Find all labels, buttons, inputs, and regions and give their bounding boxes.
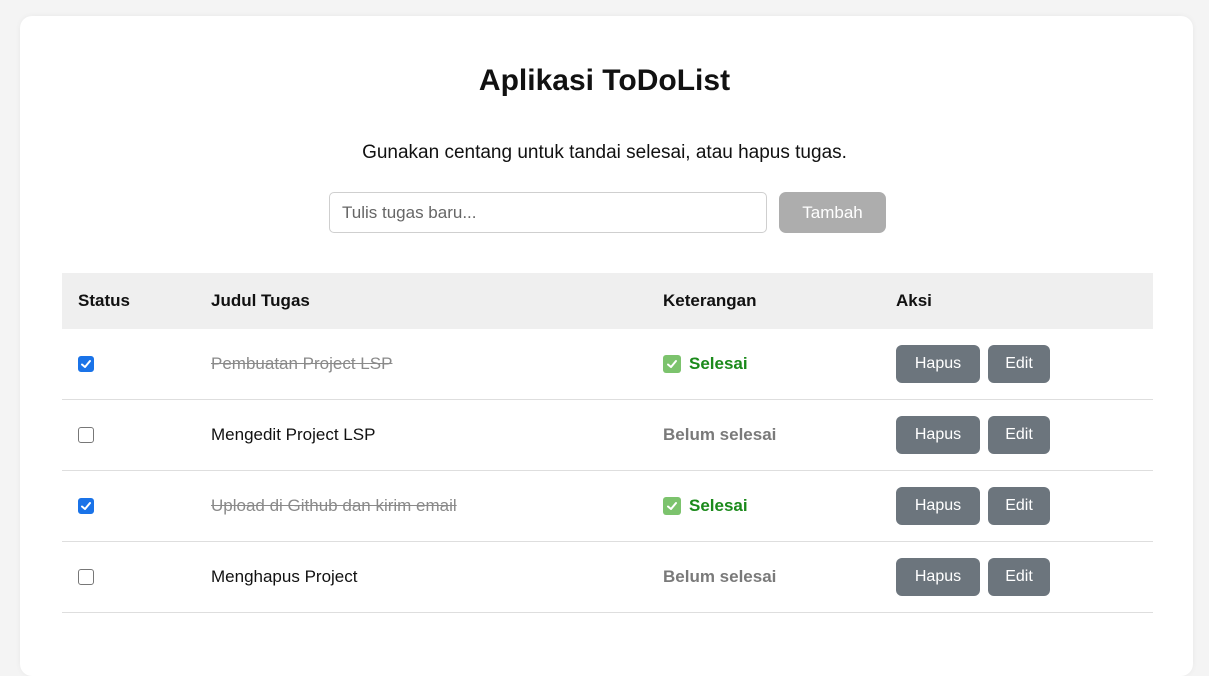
title-cell: Menghapus Project xyxy=(211,542,357,612)
column-header-title: Judul Tugas xyxy=(211,291,310,310)
status-cell xyxy=(78,542,94,612)
table-row: Upload di Github dan kirim email Selesai H… xyxy=(62,471,1153,542)
task-table: Status Judul Tugas Keterangan Aksi Pembu… xyxy=(62,273,1153,613)
table-header: Status Judul Tugas Keterangan Aksi xyxy=(62,273,1153,329)
task-title: Upload di Github dan kirim email xyxy=(211,496,457,515)
task-checkbox[interactable] xyxy=(78,569,94,585)
delete-task-button[interactable]: Hapus xyxy=(896,558,980,596)
task-title: Pembuatan Project LSP xyxy=(211,354,393,373)
aksi-cell: Hapus Edit xyxy=(896,400,1058,470)
check-mark-icon xyxy=(663,497,681,515)
title-cell: Upload di Github dan kirim email xyxy=(211,471,457,541)
page-title: Aplikasi ToDoList xyxy=(478,64,731,97)
aksi-cell: Hapus Edit xyxy=(896,542,1058,612)
column-header-status: Status xyxy=(78,291,130,310)
status-cell xyxy=(78,329,94,399)
aksi-cell: Hapus Edit xyxy=(896,329,1058,399)
title-cell: Pembuatan Project LSP xyxy=(211,329,392,399)
checkbox-checked-icon xyxy=(81,502,91,510)
delete-task-button[interactable]: Hapus xyxy=(896,416,980,454)
task-checkbox[interactable] xyxy=(78,498,94,514)
edit-task-button[interactable]: Edit xyxy=(988,345,1050,383)
task-title: Menghapus Project xyxy=(211,567,358,586)
new-task-input[interactable] xyxy=(329,192,767,233)
table-body: Pembuatan Project LSP Selesai Hapus Edit Men… xyxy=(62,329,1153,613)
status-badge: Belum selesai xyxy=(663,567,777,586)
edit-task-button[interactable]: Edit xyxy=(988,487,1050,525)
keterangan-cell: Belum selesai xyxy=(663,400,776,470)
title-cell: Mengedit Project LSP xyxy=(211,400,375,470)
delete-task-button[interactable]: Hapus xyxy=(896,487,980,525)
column-header-aksi: Aksi xyxy=(896,291,932,310)
add-task-button[interactable]: Tambah xyxy=(779,192,886,233)
keterangan-cell: Selesai xyxy=(663,329,748,399)
check-mark-icon xyxy=(663,355,681,373)
table-row: Menghapus Project Belum selesai Hapus Edit xyxy=(62,542,1153,613)
status-badge: Selesai xyxy=(663,496,748,516)
table-row: Mengedit Project LSP Belum selesai Hapus Ed… xyxy=(62,400,1153,471)
delete-task-button[interactable]: Hapus xyxy=(896,345,980,383)
task-checkbox[interactable] xyxy=(78,427,94,443)
status-badge: Belum selesai xyxy=(663,425,777,444)
edit-task-button[interactable]: Edit xyxy=(988,416,1050,454)
column-header-keterangan: Keterangan xyxy=(663,291,757,310)
aksi-cell: Hapus Edit xyxy=(896,471,1058,541)
status-badge: Selesai xyxy=(663,354,748,374)
status-cell xyxy=(78,471,94,541)
task-title: Mengedit Project LSP xyxy=(211,425,376,444)
table-row: Pembuatan Project LSP Selesai Hapus Edit xyxy=(62,329,1153,400)
status-text: Selesai xyxy=(689,496,748,515)
task-checkbox[interactable] xyxy=(78,356,94,372)
keterangan-cell: Belum selesai xyxy=(663,542,776,612)
keterangan-cell: Selesai xyxy=(663,471,748,541)
edit-task-button[interactable]: Edit xyxy=(988,558,1050,596)
status-cell xyxy=(78,400,94,470)
page-subtitle: Gunakan centang untuk tandai selesai, at… xyxy=(362,142,847,163)
status-text: Selesai xyxy=(689,354,748,373)
checkbox-checked-icon xyxy=(81,360,91,368)
